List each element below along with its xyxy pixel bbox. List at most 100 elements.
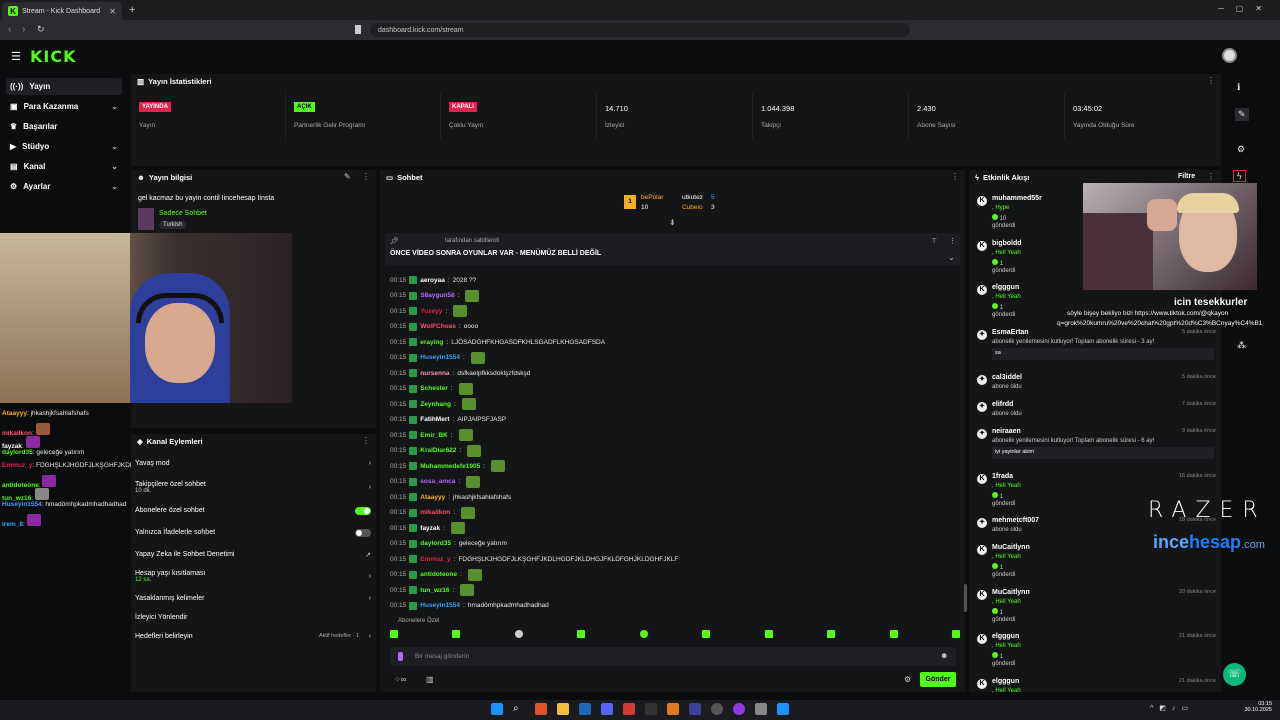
action-slow-mode[interactable]: Yavaş mod ›: [135, 460, 371, 467]
message-user[interactable]: Emir_BK: [420, 432, 447, 439]
kebab-icon[interactable]: ⋮: [362, 436, 370, 445]
emoji-icon[interactable]: ☻: [940, 651, 948, 660]
app-icon[interactable]: [777, 703, 789, 715]
message-user[interactable]: FatihMert: [420, 416, 449, 423]
message-user[interactable]: Huseyin1554: [420, 354, 460, 361]
discord-icon[interactable]: [601, 703, 613, 715]
edit-icon[interactable]: ✎: [344, 172, 351, 181]
chat-message[interactable]: 00:15 KralDiar622:: [390, 444, 482, 457]
message-user[interactable]: tun_wz16: [420, 587, 449, 594]
chat-message[interactable]: 00:15 FatihMert: AIPJAIPSFJASP: [390, 414, 506, 426]
message-user[interactable]: antidoteone: [420, 571, 457, 578]
action-banned-words[interactable]: Yasaklanmış kelimeler ›: [135, 595, 371, 602]
message-user[interactable]: fayzak: [420, 525, 440, 532]
chat-message[interactable]: 00:15 sosa_amca:: [390, 475, 481, 488]
message-user[interactable]: Schester: [420, 385, 447, 392]
chat-message[interactable]: 00:15 nursenna: dsfkaelpfkksdoklşzfdskşd: [390, 367, 530, 379]
sidebar-item-studyo[interactable]: ▶ Stüdyo ⌄: [6, 138, 122, 155]
filter-button[interactable]: Filtre: [1178, 173, 1195, 180]
message-user[interactable]: nursenna: [420, 370, 449, 377]
sidebar-item-ayarlar[interactable]: ⚙ Ayarlar ⌄: [6, 178, 122, 195]
event-item[interactable]: ✦ cal3iddel 5 dakika önce abone oldu: [975, 374, 1220, 401]
message-user[interactable]: KralDiar622: [420, 447, 456, 454]
message-user[interactable]: WolFChoas: [420, 323, 456, 330]
chat-tools-icon[interactable]: ⁘∞: [394, 675, 406, 684]
url-field[interactable]: dashboard.kick.com/stream: [370, 23, 910, 37]
message-user[interactable]: daylord35: [420, 540, 451, 547]
chat-message[interactable]: 00:15 daylord35: geleceğe yatırım: [390, 538, 507, 550]
action-emote-only[interactable]: Yalnızca İfadelerle sohbet: [135, 529, 371, 537]
app-icon[interactable]: [667, 703, 679, 715]
chat-message[interactable]: 00:15 Zeynhang:: [390, 398, 476, 410]
brave-browser-icon[interactable]: [535, 703, 547, 715]
action-goals[interactable]: Hedefleri belirleyin Aktif hedefler · 1 ›: [135, 633, 371, 640]
message-user[interactable]: eraying: [420, 339, 443, 346]
tray-icons[interactable]: ^◩♪▭: [1150, 704, 1194, 712]
share-icon[interactable]: ⁂: [1237, 340, 1246, 351]
message-user[interactable]: Emmuz_y: [420, 556, 450, 563]
windows-start-icon[interactable]: [491, 703, 503, 715]
emote-only-toggle[interactable]: [355, 529, 371, 537]
event-item[interactable]: Kelgggun 21 dakika önce , Hell Yeah 1 gönde…: [975, 633, 1220, 678]
chat-message[interactable]: 00:15 Huseyin1554: hmadömhpkadmhadhadhad: [390, 600, 549, 612]
pin-action-icon[interactable]: ⊤: [931, 237, 937, 245]
chat-message[interactable]: 00:15 Huseyin1554:: [390, 351, 485, 364]
message-user[interactable]: Ataayyy: [420, 494, 445, 501]
kebab-icon[interactable]: ⋮: [362, 172, 370, 181]
sidebar-item-para-kazanma[interactable]: ▣ Para Kazanma ⌄: [6, 98, 122, 115]
chat-message[interactable]: 00:15 tun_wz16:: [390, 584, 475, 596]
new-tab-button[interactable]: +: [129, 4, 135, 16]
message-user[interactable]: Zeynhang: [420, 401, 451, 408]
kebab-icon[interactable]: ⋮: [1207, 172, 1215, 181]
category-link[interactable]: Sadece Sohbet: [159, 210, 207, 217]
clock[interactable]: 03:15 30.10.2025: [1238, 701, 1272, 713]
sidebar-item-basarilar[interactable]: ♛ Başarılar: [6, 118, 122, 135]
app-icon[interactable]: [755, 703, 767, 715]
chat-message[interactable]: 00:15 Ataayyy: jhkashjkfsahlafshafs: [390, 491, 511, 503]
app-icon[interactable]: [623, 703, 635, 715]
forward-icon[interactable]: ›: [22, 24, 25, 35]
action-account-age[interactable]: Hesap yaşı kısıtlaması 12 sa. ›: [135, 570, 371, 583]
menu-icon[interactable]: ☰: [11, 50, 21, 63]
search-icon[interactable]: ⌕: [513, 703, 525, 715]
chat-message[interactable]: 00:15 Yuzeyy:: [390, 305, 468, 317]
browser-tab[interactable]: K Stream - Kick Dashboard ✕: [2, 2, 122, 20]
chevron-down-icon[interactable]: ⌄: [948, 253, 955, 262]
subs-only-toggle[interactable]: [355, 507, 371, 515]
sidebar-item-kanal[interactable]: ▤ Kanal ⌄: [6, 158, 122, 175]
info-icon[interactable]: ℹ: [1237, 82, 1240, 93]
settings-icon[interactable]: ⚙: [904, 675, 911, 684]
chat-message[interactable]: 00:15 eraying: LJÖSADGHFKHGASDFKHLSGADFLKH…: [390, 336, 605, 348]
chat-message[interactable]: 00:15 Emmuz_y: FDGHŞLKJHGDFJLKŞGHFJKDLHGDF…: [390, 553, 678, 565]
app-icon[interactable]: [689, 703, 701, 715]
bookmark-icon[interactable]: [355, 25, 361, 34]
support-chat-button[interactable]: ☏: [1223, 663, 1246, 686]
kebab-icon[interactable]: ⋮: [951, 172, 959, 181]
chat-scrollbar[interactable]: [964, 584, 967, 612]
reload-icon[interactable]: ↻: [37, 24, 45, 35]
message-user[interactable]: Huseyin1554: [420, 602, 460, 609]
chat-input[interactable]: Bir mesaj gönderin ☻: [390, 647, 956, 666]
chat-message[interactable]: 00:15 aeroyaa:2028 ??: [390, 274, 476, 286]
action-raid[interactable]: İzleyici Yönlendir: [135, 614, 371, 621]
sidebar-item-yayin[interactable]: ((·)) Yayın: [6, 78, 122, 95]
avatar[interactable]: [1222, 48, 1237, 63]
send-button[interactable]: Gönder: [920, 672, 956, 687]
chat-message[interactable]: 00:15 mikailkon:: [390, 506, 476, 519]
message-user[interactable]: S8aygun58: [420, 292, 454, 299]
event-item[interactable]: ✦ EsmaErtan 5 dakika önce abonelik yenileme…: [975, 329, 1220, 374]
action-ai-moderation[interactable]: Yapay Zeka ile Sohbet Denetimi ↗: [135, 551, 371, 559]
chat-message[interactable]: 00:15 fayzak:: [390, 522, 465, 534]
message-user[interactable]: aeroyaa: [420, 277, 445, 284]
collapse-icon[interactable]: ⇟: [669, 218, 676, 227]
app-icon[interactable]: [711, 703, 723, 715]
event-item[interactable]: ✦ neiraaen 9 dakika önce abonelik yenilemes…: [975, 428, 1220, 473]
app-icon[interactable]: [733, 703, 745, 715]
action-subs-only[interactable]: Abonelere özel sohbet: [135, 507, 371, 515]
kebab-icon[interactable]: ⋮: [1207, 76, 1215, 85]
file-explorer-icon[interactable]: [557, 703, 569, 715]
event-item[interactable]: ✦ elifrdd 7 dakika önce abone oldu: [975, 401, 1220, 428]
back-icon[interactable]: ‹: [8, 24, 11, 35]
steam-icon[interactable]: [579, 703, 591, 715]
message-user[interactable]: Muhammedefe1905: [420, 463, 480, 470]
